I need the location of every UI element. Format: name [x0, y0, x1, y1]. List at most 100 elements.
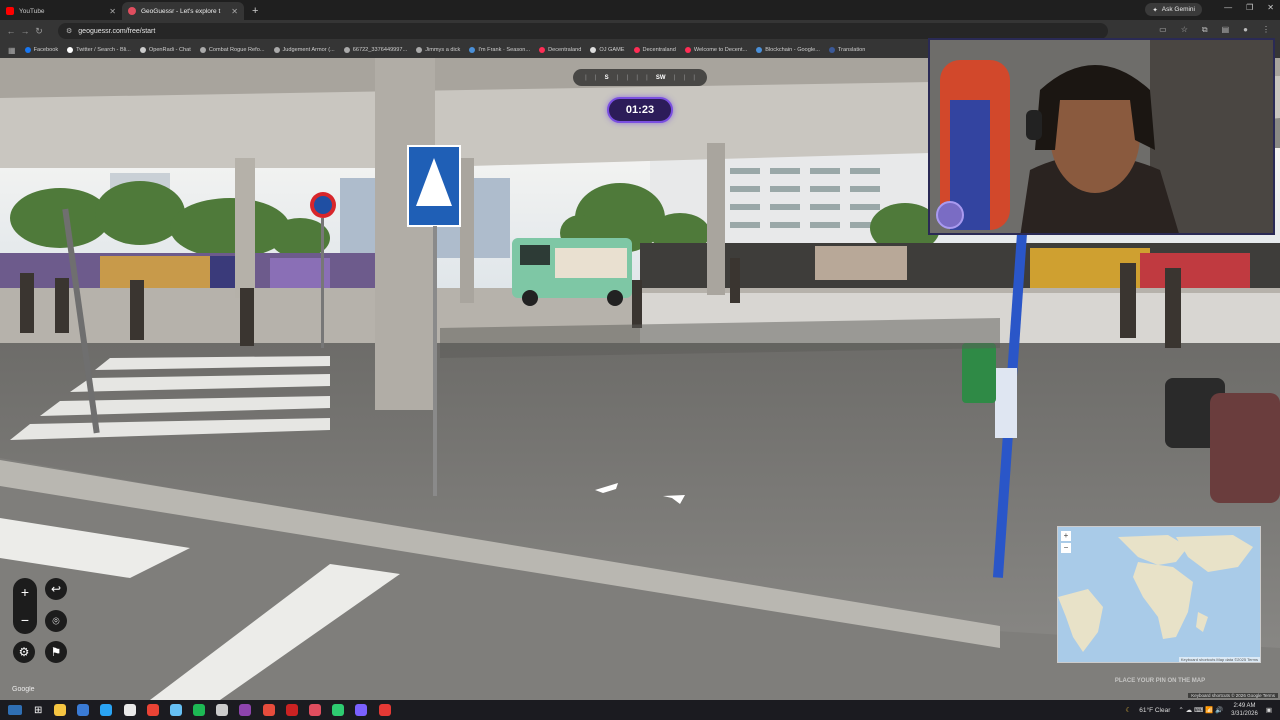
bookmark-favicon-icon [139, 47, 146, 53]
taskbar-app-icon[interactable] [100, 704, 113, 716]
youtube-icon [6, 7, 14, 15]
bookmark-item[interactable]: Decentraland [539, 47, 581, 53]
bookmark-item[interactable]: Combat Rogue Refo... [199, 47, 265, 53]
guess-minimap[interactable]: + − Keyboard shortcuts Map data ©2025 Te… [1057, 526, 1261, 663]
taskbar-app-icon[interactable] [285, 704, 298, 716]
taskbar-app-icon[interactable] [378, 704, 391, 716]
flag-button[interactable]: ⚑ [45, 641, 67, 663]
close-tab-icon[interactable]: ✕ [231, 7, 238, 16]
attribution: Keyboard shortcuts © 2026 Google Terms [1188, 693, 1278, 698]
bookmark-label: Facebook [33, 47, 59, 53]
bookmark-item[interactable]: Blockchain - Google... [756, 47, 820, 53]
taskbar-app-icon[interactable] [123, 704, 136, 716]
bookmark-favicon-icon [343, 47, 350, 53]
bookmark-item[interactable]: OpenRadi - Chat [139, 47, 191, 53]
new-tab-button[interactable]: + [244, 2, 266, 20]
bookmark-label: Jimmys a dick [425, 47, 461, 53]
bookmark-label: OJ GAME [599, 47, 625, 53]
bookmark-favicon-icon [756, 47, 763, 53]
bookmark-star-icon[interactable]: ☆ [1181, 25, 1188, 35]
apps-grid-icon[interactable]: ▦ [8, 46, 16, 55]
reload-icon[interactable]: ↻ [32, 26, 46, 37]
undo-move-button[interactable]: ↩ [45, 578, 67, 600]
bookmark-item[interactable]: OJ GAME [590, 47, 625, 53]
world-map [1058, 535, 1253, 652]
taskbar-app-icon[interactable] [309, 704, 322, 716]
bookmark-favicon-icon [539, 47, 546, 53]
windows-taskbar: ⊞ ☾ 61°F Clear ⌃ ☁ ⌨ 📶 🔊 2:49 AM 3/31/20… [0, 700, 1280, 720]
forward-icon[interactable]: → [18, 26, 32, 36]
bookmark-item[interactable]: 66722_3376449997... [343, 47, 407, 53]
profile-avatar[interactable]: ● [1243, 25, 1248, 35]
ask-gemini-button[interactable]: ✦ Ask Gemini [1145, 3, 1202, 16]
zoom-out-button[interactable]: − [13, 606, 37, 634]
webcam-overlay [928, 38, 1275, 235]
start-icon[interactable]: ⊞ [34, 705, 42, 716]
zoom-in-button[interactable]: + [13, 578, 37, 606]
minimap-zoom-in[interactable]: + [1061, 531, 1071, 541]
url-text: geoguessr.com/free/start [78, 27, 156, 35]
round-timer: 01:23 [607, 97, 673, 123]
bookmark-label: Decentraland [548, 47, 582, 53]
bookmark-item[interactable]: Welcome to Decent... [684, 47, 748, 53]
bookmark-item[interactable]: Decentraland [633, 47, 676, 53]
notification-icon[interactable]: ▣ [1266, 706, 1272, 714]
taskbar-app-icon[interactable] [169, 704, 182, 716]
bookmark-item[interactable]: Translation [828, 47, 865, 53]
bookmark-item[interactable]: Judgement Armor (... [273, 47, 335, 53]
sidepanel-icon[interactable]: ▤ [1222, 25, 1230, 35]
taskbar-app-icon[interactable] [77, 704, 90, 716]
bookmark-label: Decentraland [642, 47, 676, 53]
taskbar-app-icon[interactable] [355, 704, 368, 716]
undo-icon: ↩ [50, 582, 62, 596]
taskbar-app-icon[interactable] [53, 704, 66, 716]
bookmark-favicon-icon [67, 47, 74, 53]
site-info-icon[interactable]: ⚙ [66, 27, 72, 35]
zoom-controls: + − [13, 578, 37, 634]
streamer-avatar [936, 201, 964, 229]
extensions-icon[interactable]: ⧉ [1202, 25, 1208, 35]
back-icon[interactable]: ← [4, 26, 18, 36]
tab-geoguessr[interactable]: GeoGuessr - Let's explore t ✕ [122, 2, 244, 20]
weather-text: 61°F Clear [1139, 706, 1171, 714]
taskbar-app-icon[interactable] [239, 704, 252, 716]
bookmark-item[interactable]: Facebook [24, 47, 59, 53]
flag-icon: ⚑ [50, 645, 62, 659]
maximize-icon[interactable]: ❐ [1246, 3, 1253, 12]
widgets-icon[interactable] [8, 705, 22, 715]
tab-title: YouTube [19, 7, 45, 15]
minimap-zoom-out[interactable]: − [1061, 543, 1071, 553]
address-bar[interactable]: ⚙ geoguessr.com/free/start [58, 23, 1108, 39]
system-tray: ☾ 61°F Clear ⌃ ☁ ⌨ 📶 🔊 2:49 AM 3/31/2026… [1125, 700, 1272, 720]
ask-gemini-label: Ask Gemini [1161, 6, 1195, 13]
place-pin-button[interactable]: PLACE YOUR PIN ON THE MAP [1060, 672, 1260, 690]
bookmark-item[interactable]: Twitter / Search - Bli... [67, 47, 131, 53]
bookmark-favicon-icon [590, 47, 597, 53]
taskbar-app-icon[interactable] [216, 704, 229, 716]
bookmark-label: Judgement Armor (... [282, 47, 335, 53]
taskbar-app-icon[interactable] [146, 704, 159, 716]
clock[interactable]: 2:49 AM 3/31/2026 [1231, 702, 1258, 718]
compass-s: S [604, 74, 609, 81]
weather-icon: ☾ [1125, 707, 1132, 714]
return-to-start-button[interactable]: ⌾ [45, 610, 67, 632]
bookmark-item[interactable]: I'm Frank · Season... [469, 47, 530, 53]
bookmark-item[interactable]: Jimmys a dick [416, 47, 460, 53]
tray-icons[interactable]: ⌃ ☁ ⌨ 📶 🔊 [1178, 706, 1223, 714]
settings-button[interactable]: ⚙ [13, 641, 35, 663]
menu-icon[interactable]: ⋮ [1262, 25, 1270, 35]
compass-sw: SW [655, 74, 666, 81]
close-window-icon[interactable]: ✕ [1267, 3, 1274, 12]
bookmark-favicon-icon [416, 47, 423, 53]
bookmark-favicon-icon [24, 47, 31, 53]
taskbar-app-icon[interactable] [193, 704, 206, 716]
tab-youtube[interactable]: YouTube ✕ [0, 2, 122, 20]
bookmark-favicon-icon [828, 47, 835, 53]
cast-icon[interactable]: ▭ [1159, 25, 1167, 35]
taskbar-app-icon[interactable] [332, 704, 345, 716]
close-tab-icon[interactable]: ✕ [109, 7, 116, 16]
geoguessr-icon [128, 7, 136, 15]
bookmark-label: Welcome to Decent... [693, 47, 748, 53]
taskbar-app-icon[interactable] [262, 704, 275, 716]
minimize-icon[interactable]: — [1224, 3, 1232, 12]
